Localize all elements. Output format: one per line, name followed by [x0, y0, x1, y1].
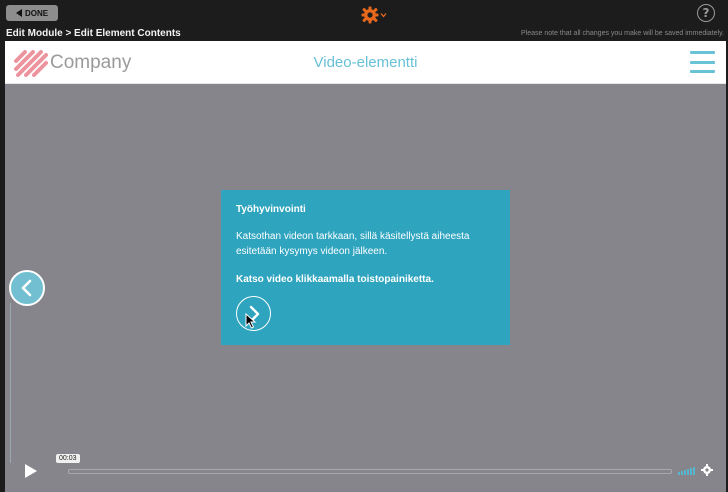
back-arrow-icon — [15, 9, 22, 17]
card-title: Työhyvinvointi — [236, 204, 306, 215]
help-icon[interactable]: ? — [697, 4, 715, 22]
done-label: DONE — [24, 8, 49, 18]
autosave-notice: Please note that all changes you make wi… — [521, 30, 724, 37]
mouse-cursor-icon — [245, 313, 257, 329]
current-time: 00:03 — [56, 454, 80, 463]
chevron-down-icon — [380, 13, 387, 18]
done-button[interactable]: DONE — [6, 5, 58, 21]
slide-rail — [10, 303, 11, 463]
page-title: Video-elementti — [313, 54, 418, 71]
settings-dropdown[interactable] — [361, 6, 387, 24]
card-body: Katsothan videon tarkkaan, sillä käsitel… — [236, 231, 470, 257]
gear-icon — [361, 6, 379, 24]
card-cta: Katso video klikkaamalla toistopainikett… — [236, 274, 434, 285]
app-header: Company Video-elementti — [5, 41, 726, 84]
play-icon[interactable] — [25, 464, 37, 478]
preview-frame: Company Video-elementti Työhyvinvointi K… — [5, 41, 726, 492]
volume-icon[interactable] — [678, 465, 696, 475]
progress-track[interactable] — [68, 469, 672, 474]
breadcrumb: Edit Module > Edit Element Contents — [6, 28, 181, 39]
hamburger-menu-icon[interactable] — [690, 51, 715, 73]
chevron-left-icon — [21, 279, 32, 297]
editor-topbar: DONE ? — [0, 0, 728, 28]
previous-button[interactable] — [9, 270, 45, 306]
video-controls: 00:03 — [5, 453, 726, 492]
settings-icon[interactable] — [701, 464, 713, 476]
instruction-card: Työhyvinvointi Katsothan videon tarkkaan… — [221, 190, 510, 345]
